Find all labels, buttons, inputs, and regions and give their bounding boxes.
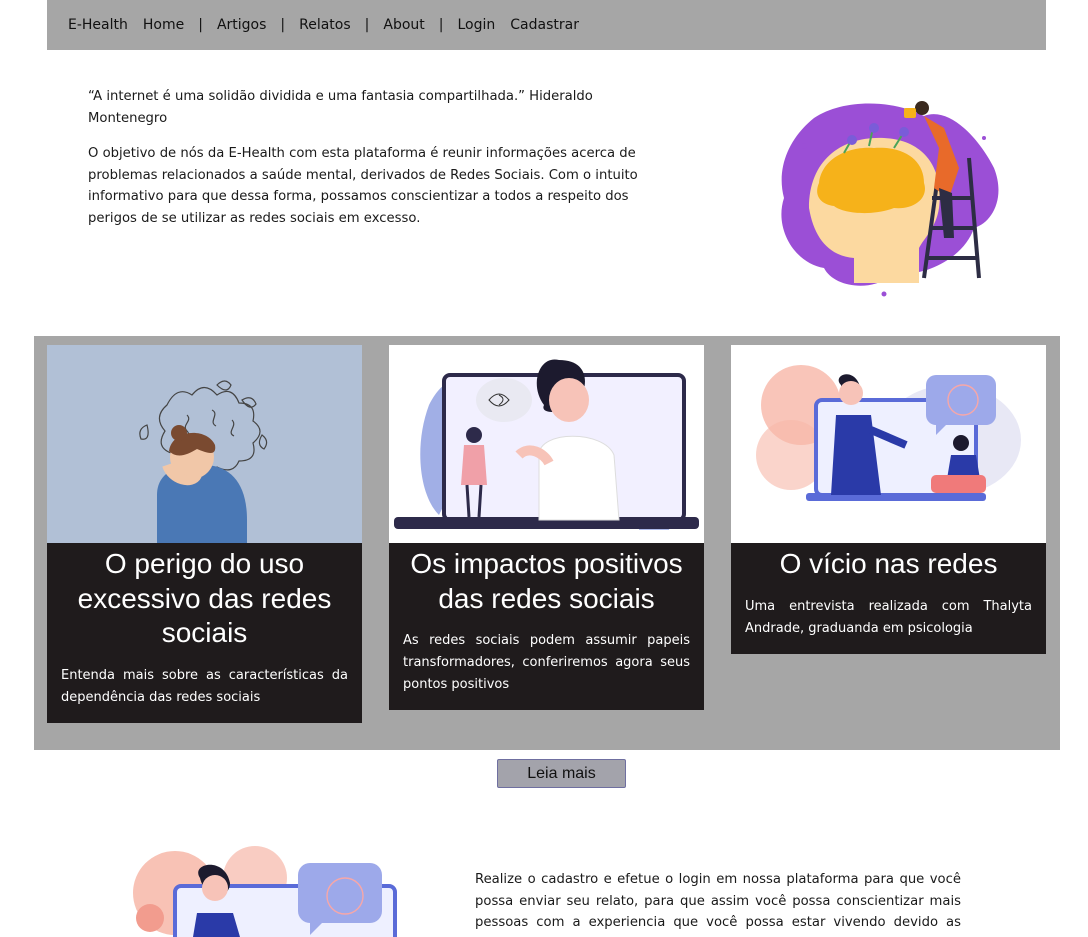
mental-health-illustration — [781, 101, 999, 297]
card-title: O vício nas redes — [779, 548, 998, 579]
card-text: Uma entrevista realizada com Thalyta And… — [745, 598, 1032, 636]
nav-cadastrar-link[interactable]: Cadastrar — [510, 17, 579, 33]
nav-home-link[interactable]: Home — [143, 17, 184, 33]
nav-relatos-link[interactable]: Relatos — [299, 17, 351, 33]
intro-paragraph: O objetivo de nós da E-Health com esta p… — [88, 146, 638, 226]
nav-artigos-link[interactable]: Artigos — [217, 17, 266, 33]
video-call-illustration — [389, 345, 704, 543]
card-text: Entenda mais sobre as características da… — [61, 667, 348, 705]
online-therapy-illustration — [133, 846, 397, 937]
intro-section: “A internet é uma solidão dividida e uma… — [88, 86, 658, 229]
card-title: O perigo do uso excessivo das redes soci… — [77, 548, 332, 648]
nav-separator: | — [198, 17, 203, 33]
nav-separator: | — [280, 17, 286, 33]
stressed-person-illustration — [47, 345, 362, 543]
top-navbar: E-Health Home | Artigos | Relatos | Abou… — [47, 0, 1046, 50]
articles-band: O perigo do uso excessivo das redes soci… — [34, 336, 1060, 750]
card-title: Os impactos positivos das redes sociais — [410, 548, 683, 614]
intro-quote: “A internet é uma solidão dividida e uma… — [88, 89, 593, 126]
nav-brand-link[interactable]: E-Health — [68, 17, 128, 33]
nav-separator: | — [438, 17, 444, 33]
signup-invite-text: Realize o cadastro e efetue o login em n… — [475, 872, 961, 937]
article-card[interactable]: Os impactos positivos das redes sociais … — [389, 345, 704, 710]
article-card[interactable]: O vício nas redes Uma entrevista realiza… — [731, 345, 1046, 654]
card-text: As redes sociais podem assumir papeis tr… — [403, 633, 690, 692]
online-therapy-illustration — [731, 345, 1046, 543]
nav-about-link[interactable]: About — [383, 17, 424, 33]
read-more-button[interactable]: Leia mais — [497, 759, 626, 788]
article-card[interactable]: O perigo do uso excessivo das redes soci… — [47, 345, 362, 723]
nav-separator: | — [364, 17, 370, 33]
nav-login-link[interactable]: Login — [458, 17, 496, 33]
